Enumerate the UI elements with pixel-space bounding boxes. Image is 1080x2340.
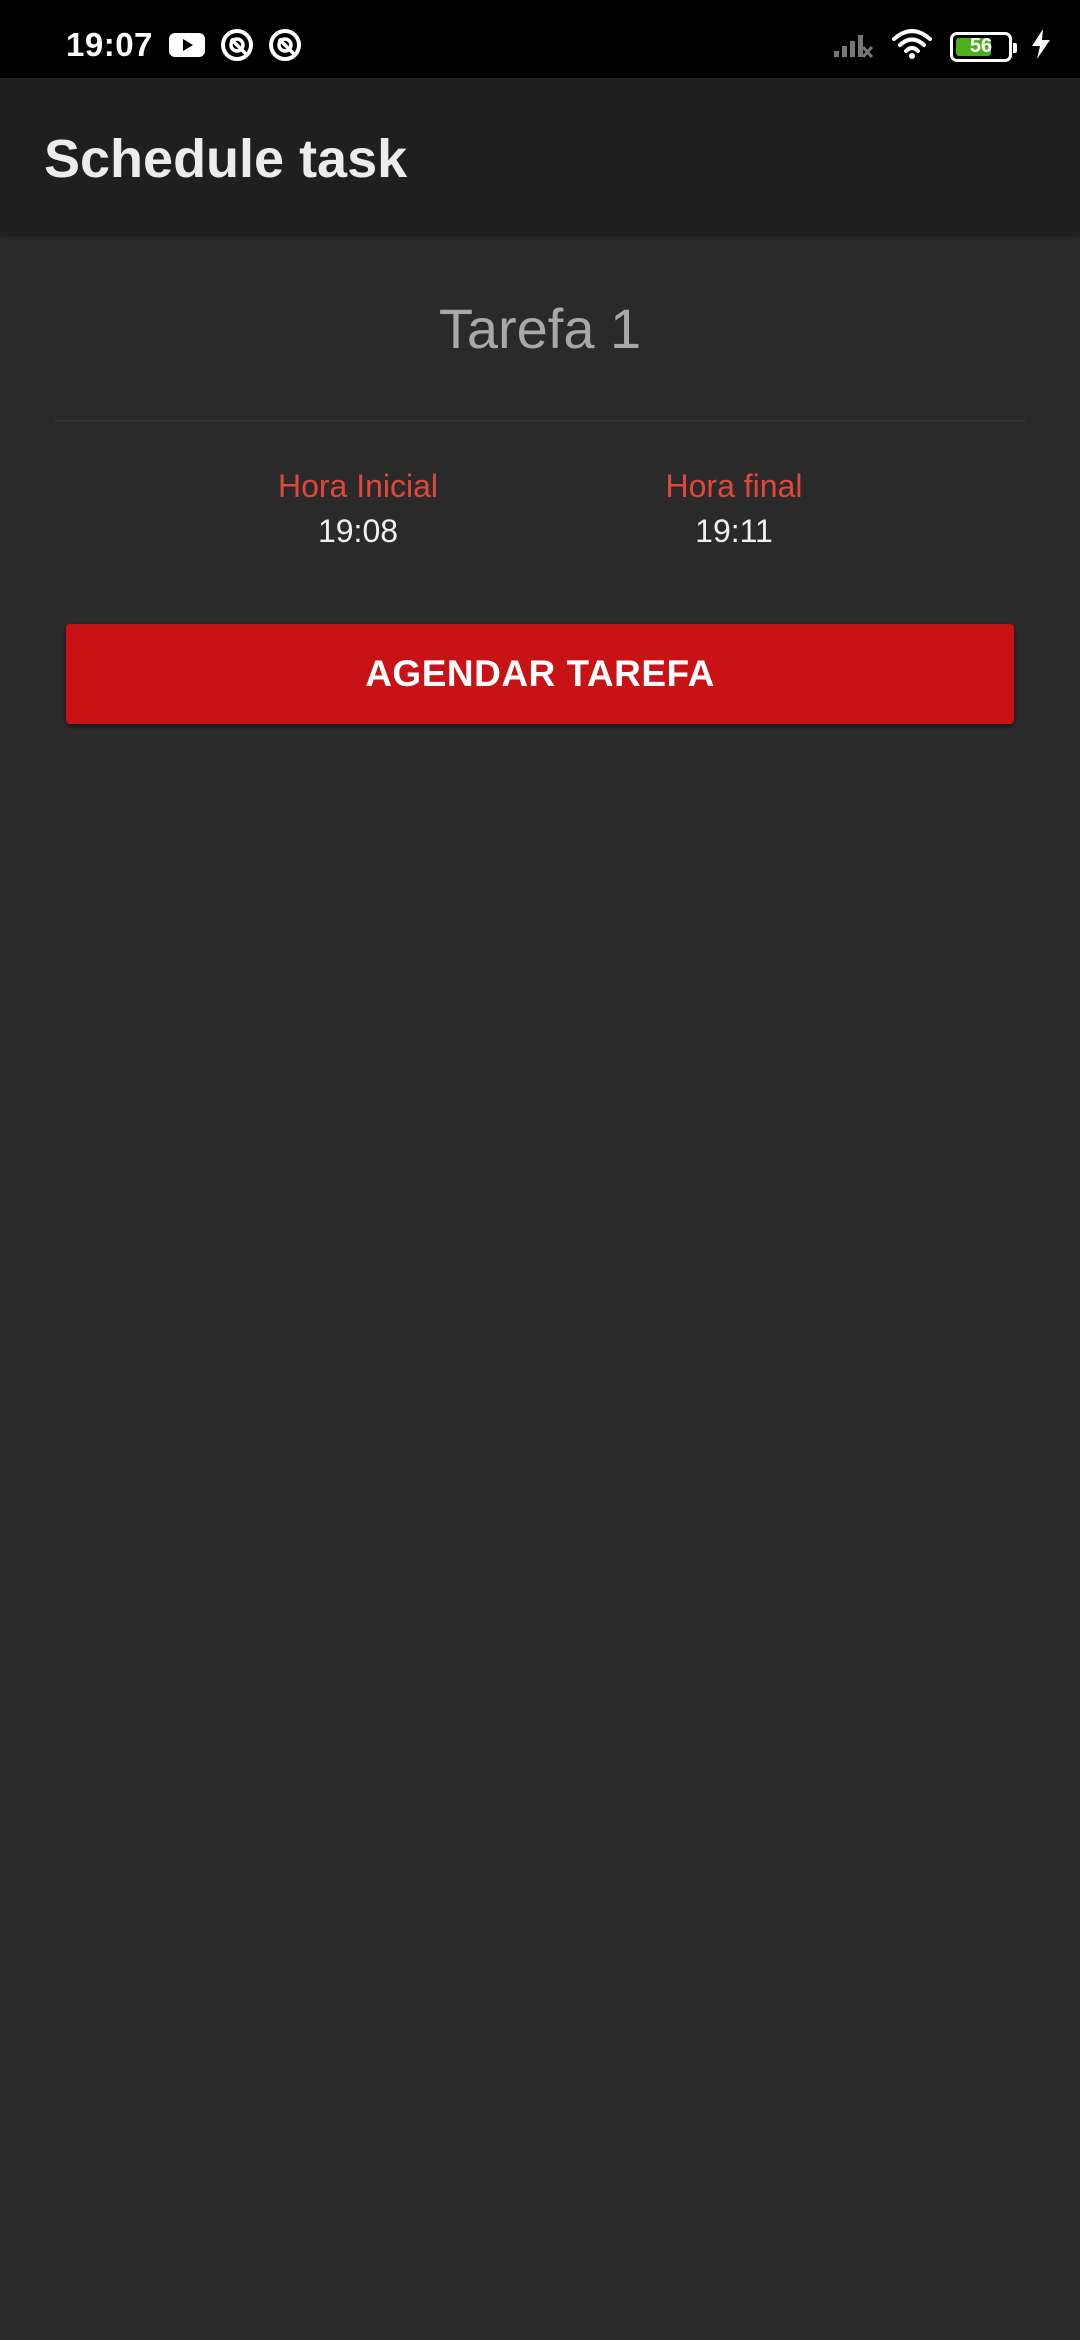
charging-icon (1030, 28, 1052, 65)
app-bar: Schedule task (0, 78, 1080, 234)
start-time-field[interactable]: Hora Inicial 19:08 (270, 468, 446, 550)
battery-level: 56 (969, 35, 993, 57)
start-time-value: 19:08 (317, 513, 399, 549)
signal-icon (832, 29, 874, 64)
end-time-field[interactable]: Hora final 19:11 (656, 468, 812, 550)
notification-icon (268, 28, 302, 67)
battery-tip (1013, 42, 1017, 53)
status-notification-icons (168, 28, 302, 67)
schedule-task-button[interactable]: AGENDAR TAREFA (66, 624, 1014, 724)
start-time-label: Hora Inicial (277, 468, 439, 504)
end-time-value: 19:11 (695, 513, 773, 549)
notification-icon (220, 28, 254, 67)
end-time-label: Hora final (665, 468, 803, 504)
youtube-icon (168, 31, 206, 64)
status-bar: 19:07 56 (0, 0, 1080, 78)
divider (54, 420, 1026, 422)
wifi-icon (892, 29, 932, 64)
battery-icon: 56 (950, 31, 1017, 62)
page-title: Schedule task (44, 129, 408, 189)
status-time: 19:07 (66, 26, 153, 63)
status-system-icons: 56 (832, 28, 1052, 65)
task-title: Tarefa 1 (438, 297, 642, 360)
